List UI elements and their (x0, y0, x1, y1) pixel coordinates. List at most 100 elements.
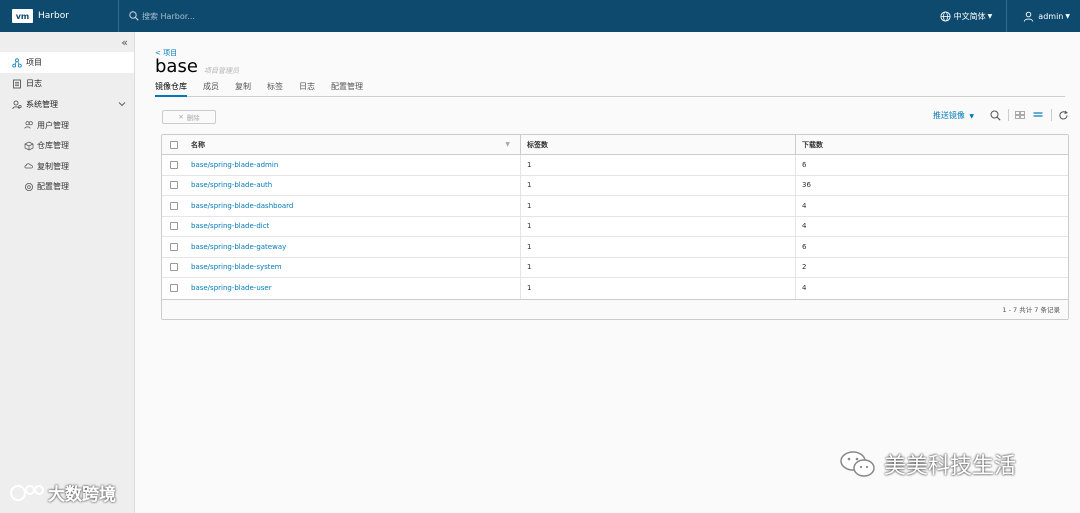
language-label: 中文简体 (953, 11, 986, 21)
brand[interactable]: vm Harbor (0, 0, 118, 32)
repository-link[interactable]: base/spring-blade-dict (191, 222, 269, 230)
sidebar-sub-label: 配置管理 (37, 182, 69, 192)
watermark-logo-icon (10, 484, 44, 501)
tag-count: 1 (520, 237, 795, 257)
vmware-logo: vm (12, 9, 33, 23)
select-all-checkbox[interactable] (162, 135, 186, 154)
sidebar-sub-label: 复制管理 (37, 161, 69, 171)
sidebar-item-registry-management[interactable]: 仓库管理 (0, 136, 134, 157)
search-icon[interactable] (988, 108, 1002, 122)
tab-configuration[interactable]: 配置管理 (331, 81, 363, 97)
checkbox[interactable] (170, 201, 178, 210)
page-title: base (155, 56, 198, 77)
table-row: base/spring-blade-auth 1 36 (162, 175, 1068, 196)
sidebar-sub-label: 用户管理 (37, 120, 69, 130)
chevron-down-icon: ▼ (969, 112, 974, 120)
repository-link[interactable]: base/spring-blade-user (191, 284, 272, 292)
tag-count: 1 (520, 155, 795, 175)
refresh-icon[interactable] (1056, 108, 1070, 122)
chevron-down-icon (118, 100, 126, 109)
user-menu[interactable]: admin ▼ (1007, 0, 1080, 32)
double-chevron-left-icon: « (121, 35, 128, 49)
chevron-down-icon: ▼ (987, 12, 993, 20)
list-view-icon[interactable] (1031, 108, 1045, 122)
column-download-count[interactable]: 下载数 (795, 135, 1068, 154)
sidebar-item-replication-management[interactable]: 复制管理 (0, 156, 134, 177)
delete-button[interactable]: ✕ 删除 (162, 110, 216, 124)
pagination-summary: 1 - 7 共计 7 条记录 (1002, 306, 1060, 314)
repository-link[interactable]: base/spring-blade-admin (191, 161, 278, 169)
search-input[interactable] (142, 11, 342, 21)
checkbox[interactable] (170, 140, 178, 149)
globe-icon (940, 10, 951, 22)
row-checkbox[interactable] (162, 278, 186, 299)
global-search[interactable] (118, 0, 418, 32)
column-label: 下载数 (802, 140, 823, 149)
logs-icon (12, 79, 22, 89)
sidebar-item-user-management[interactable]: 用户管理 (0, 115, 134, 136)
download-count: 4 (795, 216, 1068, 236)
tag-count: 1 (520, 196, 795, 216)
watermark-right-text: 美美科技生活 (884, 454, 1017, 479)
sidebar-item-label: 项目 (26, 58, 42, 67)
table-footer: 1 - 7 共计 7 条记录 (162, 298, 1068, 319)
tag-count: 1 (520, 257, 795, 277)
users-icon (24, 120, 34, 130)
row-checkbox[interactable] (162, 258, 186, 278)
table-row: base/spring-blade-admin 1 6 (162, 155, 1068, 176)
sidebar-item-config-management[interactable]: 配置管理 (0, 177, 134, 198)
collapse-sidebar-button[interactable]: « (0, 32, 134, 52)
repository-link[interactable]: base/spring-blade-system (191, 263, 282, 271)
toolbar-divider (1008, 109, 1009, 121)
repository-link[interactable]: base/spring-blade-gateway (191, 243, 286, 251)
row-checkbox[interactable] (162, 237, 186, 257)
download-count: 4 (795, 196, 1068, 216)
tab-members[interactable]: 成员 (203, 81, 219, 97)
table-row: base/spring-blade-dashboard 1 4 (162, 196, 1068, 217)
row-checkbox[interactable] (162, 155, 186, 175)
admin-icon (12, 100, 22, 110)
repository-link[interactable]: base/spring-blade-auth (191, 181, 272, 189)
checkbox[interactable] (170, 284, 178, 293)
download-count: 4 (795, 278, 1068, 299)
watermark-right: 美美科技生活 (838, 448, 1016, 480)
checkbox[interactable] (170, 242, 178, 251)
sidebar: « 项目 日志 系统管理 用户管理 仓库管理 复制管理 配置管理 (0, 32, 135, 513)
config-icon (24, 182, 34, 192)
main-content: < 项目 base 项目管理员 镜像仓库 成员 复制 标签 日志 配置管理 ✕ … (136, 32, 1080, 513)
tag-count: 1 (520, 278, 795, 299)
language-selector[interactable]: 中文简体 ▼ (926, 0, 1008, 32)
column-name[interactable]: 名称 ▼ (186, 135, 520, 154)
push-image-button[interactable]: 推送镜像 ▼ (933, 110, 974, 121)
repo-toolbar: 推送镜像 ▼ (933, 107, 1070, 123)
tab-replication[interactable]: 复制 (235, 81, 251, 97)
download-count: 36 (795, 175, 1068, 195)
column-tag-count[interactable]: 标签数 (520, 135, 795, 154)
search-icon (129, 11, 139, 21)
checkbox[interactable] (170, 263, 178, 272)
table-row: base/spring-blade-dict 1 4 (162, 216, 1068, 237)
row-checkbox[interactable] (162, 196, 186, 216)
project-role: 项目管理员 (204, 67, 239, 75)
registry-icon (24, 141, 34, 151)
tab-repositories[interactable]: 镜像仓库 (155, 81, 187, 97)
filter-icon[interactable]: ▼ (505, 141, 510, 148)
sidebar-item-logs[interactable]: 日志 (0, 73, 134, 94)
projects-icon (12, 57, 22, 68)
checkbox[interactable] (170, 222, 178, 231)
user-icon (1024, 11, 1034, 22)
tab-logs[interactable]: 日志 (299, 81, 315, 97)
tag-count: 1 (520, 216, 795, 236)
sidebar-item-label: 系统管理 (26, 100, 58, 109)
sidebar-item-system-admin[interactable]: 系统管理 (0, 94, 134, 115)
push-image-label: 推送镜像 (932, 110, 965, 120)
header-right: 中文简体 ▼ admin ▼ (926, 0, 1080, 32)
sidebar-item-projects[interactable]: 项目 (0, 52, 134, 73)
row-checkbox[interactable] (162, 217, 186, 237)
tab-labels[interactable]: 标签 (267, 81, 283, 97)
row-checkbox[interactable] (162, 176, 186, 196)
card-view-icon[interactable] (1013, 108, 1027, 122)
repository-link[interactable]: base/spring-blade-dashboard (191, 202, 293, 210)
checkbox[interactable] (170, 160, 178, 169)
checkbox[interactable] (170, 181, 178, 190)
